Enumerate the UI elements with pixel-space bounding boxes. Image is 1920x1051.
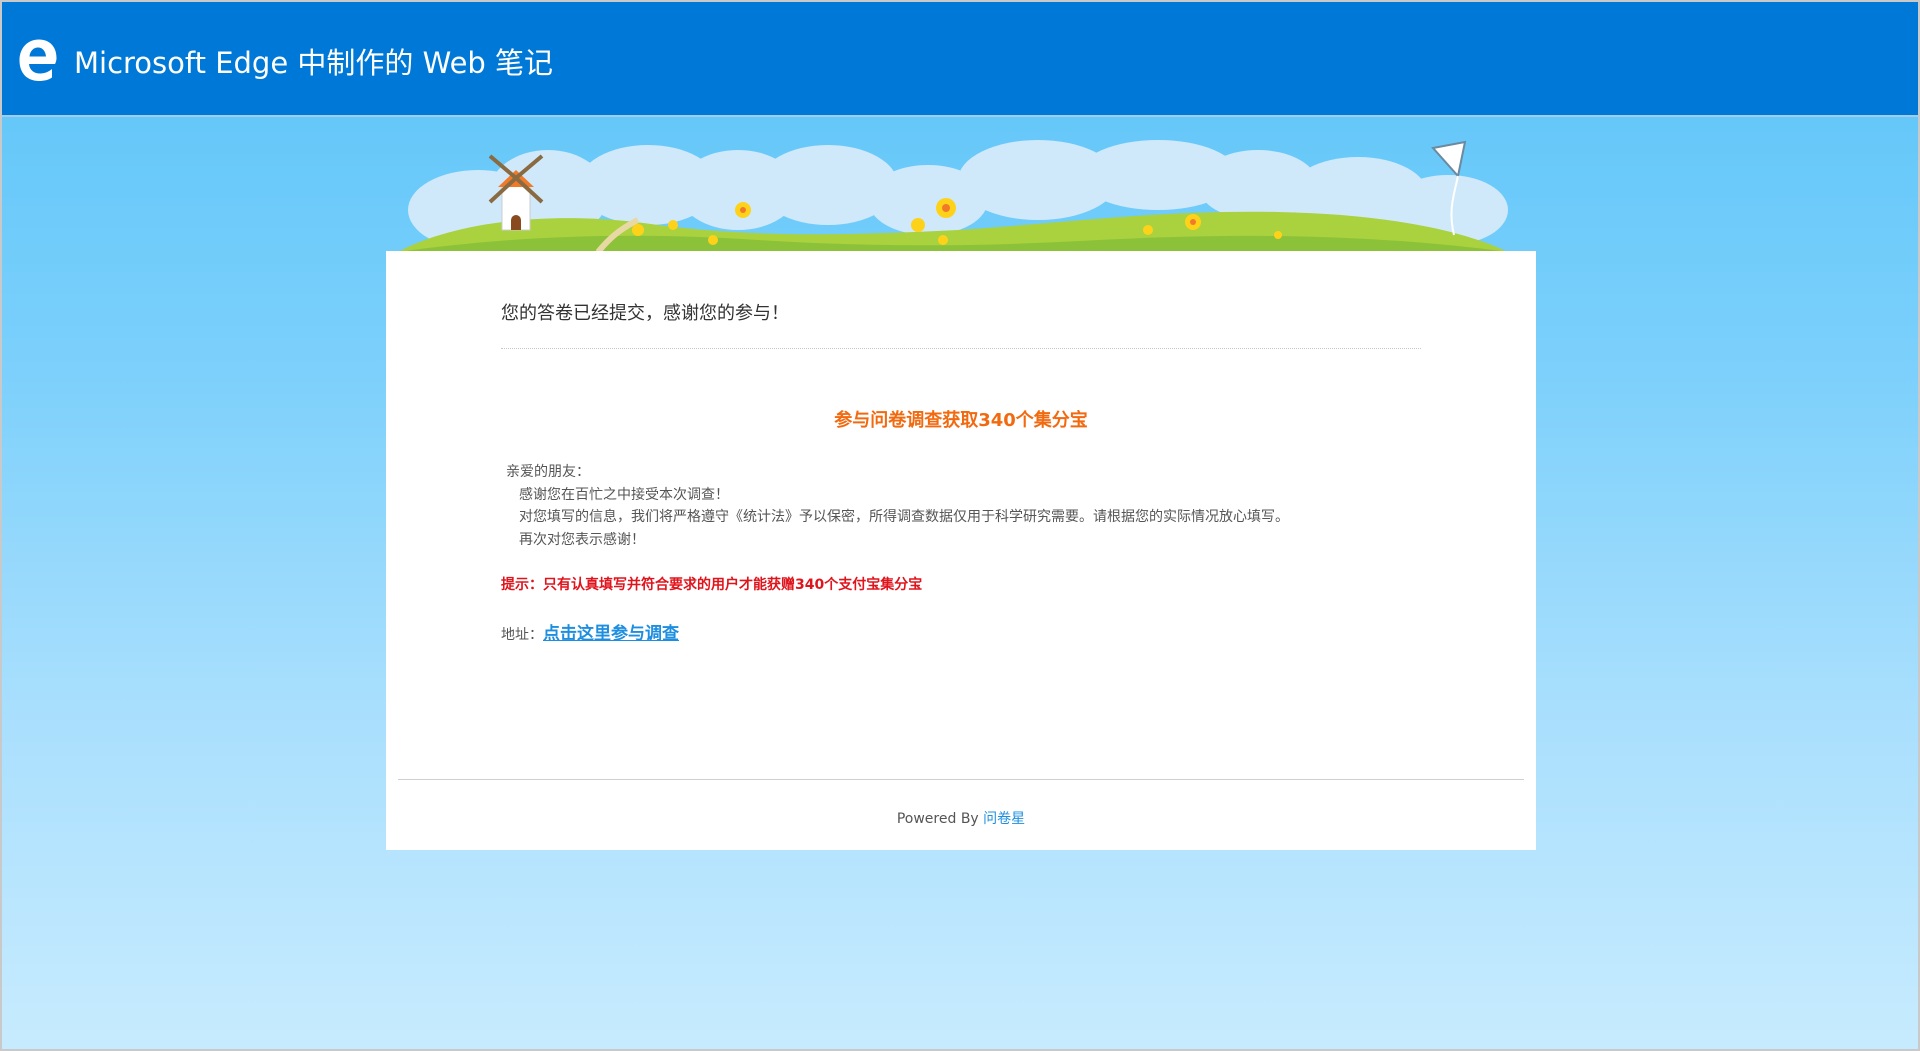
submission-thanks-title: 您的答卷已经提交，感谢您的参与！ (501, 303, 789, 324)
powered-by-text: Powered By (896, 811, 984, 827)
landscape-header-illustration (398, 140, 1508, 252)
wenjuanxing-brand-link[interactable]: 问卷星 (983, 811, 1025, 827)
promo-heading: 参与问卷调查获取340个集分宝 (834, 410, 1088, 431)
screenshot-frame: Microsoft Edge 中制作的 Web 笔记 您的答卷已经提交，感谢您的… (0, 0, 1920, 1051)
address-row: 地址：点击这里参与调查 (501, 619, 679, 644)
greeting-text: 亲爱的朋友： (506, 464, 590, 480)
powered-by-footer: Powered By 问卷星 (386, 808, 1536, 828)
body-line-privacy: 对您填写的信息，我们将严格遵守《统计法》予以保密，所得调查数据仅用于科学研究需要… (519, 509, 1289, 525)
body-line-closing: 再次对您表示感谢！ (519, 532, 645, 548)
footer-divider (398, 779, 1524, 780)
submission-result-card: 您的答卷已经提交，感谢您的参与！ 参与问卷调查获取340个集分宝 亲爱的朋友： … (386, 251, 1536, 850)
web-note-title: Microsoft Edge 中制作的 Web 笔记 (74, 46, 554, 80)
title-divider (501, 348, 1421, 349)
tip-notice: 提示：只有认真填写并符合要求的用户才能获赠340个支付宝集分宝 (501, 577, 923, 593)
body-line-thanks: 感谢您在百忙之中接受本次调查！ (519, 487, 729, 503)
participate-survey-link[interactable]: 点击这里参与调查 (543, 624, 679, 644)
edge-e-logo-icon (19, 39, 57, 81)
address-label: 地址： (501, 627, 543, 643)
edge-web-note-banner: Microsoft Edge 中制作的 Web 笔记 (2, 2, 1918, 117)
